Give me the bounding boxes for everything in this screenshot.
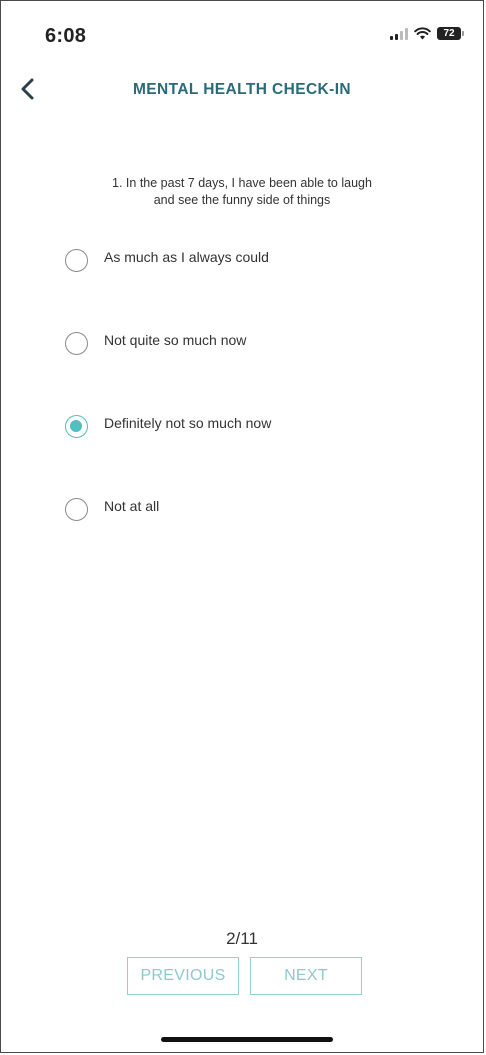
battery-icon: 72 [437,27,464,40]
radio-button-selected[interactable] [65,414,88,438]
status-icons: 72 [390,27,464,40]
home-indicator[interactable] [161,1037,333,1042]
option-as-much-as-always[interactable]: As much as I always could [65,237,463,283]
status-time: 6:08 [45,25,87,47]
cellular-signal-icon [390,27,408,40]
previous-button[interactable]: PREVIOUS [127,957,239,995]
option-label: Not at all [104,498,160,514]
question-text: 1. In the past 7 days, I have been able … [41,175,443,209]
phone-screen: 6:08 72 MENTAL HEALTH CHECK-IN 1. In the… [0,0,484,1053]
option-not-quite-so-much[interactable]: Not quite so much now [65,320,463,366]
option-label: Not quite so much now [104,332,247,348]
answer-options: As much as I always could Not quite so m… [65,237,463,569]
radio-button[interactable] [65,331,88,355]
page-title: MENTAL HEALTH CHECK-IN [132,81,352,98]
radio-button[interactable] [65,248,88,272]
status-bar: 6:08 72 [1,1,483,65]
radio-button[interactable] [65,497,88,521]
pagination-buttons: PREVIOUS NEXT [127,957,362,995]
option-not-at-all[interactable]: Not at all [65,486,463,532]
option-label: Definitely not so much now [104,415,272,431]
next-button[interactable]: NEXT [250,957,362,995]
navigation-bar: MENTAL HEALTH CHECK-IN [1,67,483,111]
page-indicator: 2/11 [226,929,258,948]
wifi-icon [414,27,431,40]
question-line-2: and see the funny side of things [153,193,331,207]
question-line-1: 1. In the past 7 days, I have been able … [112,176,372,190]
option-label: As much as I always could [104,249,269,265]
option-definitely-not-so-much[interactable]: Definitely not so much now [65,403,463,449]
